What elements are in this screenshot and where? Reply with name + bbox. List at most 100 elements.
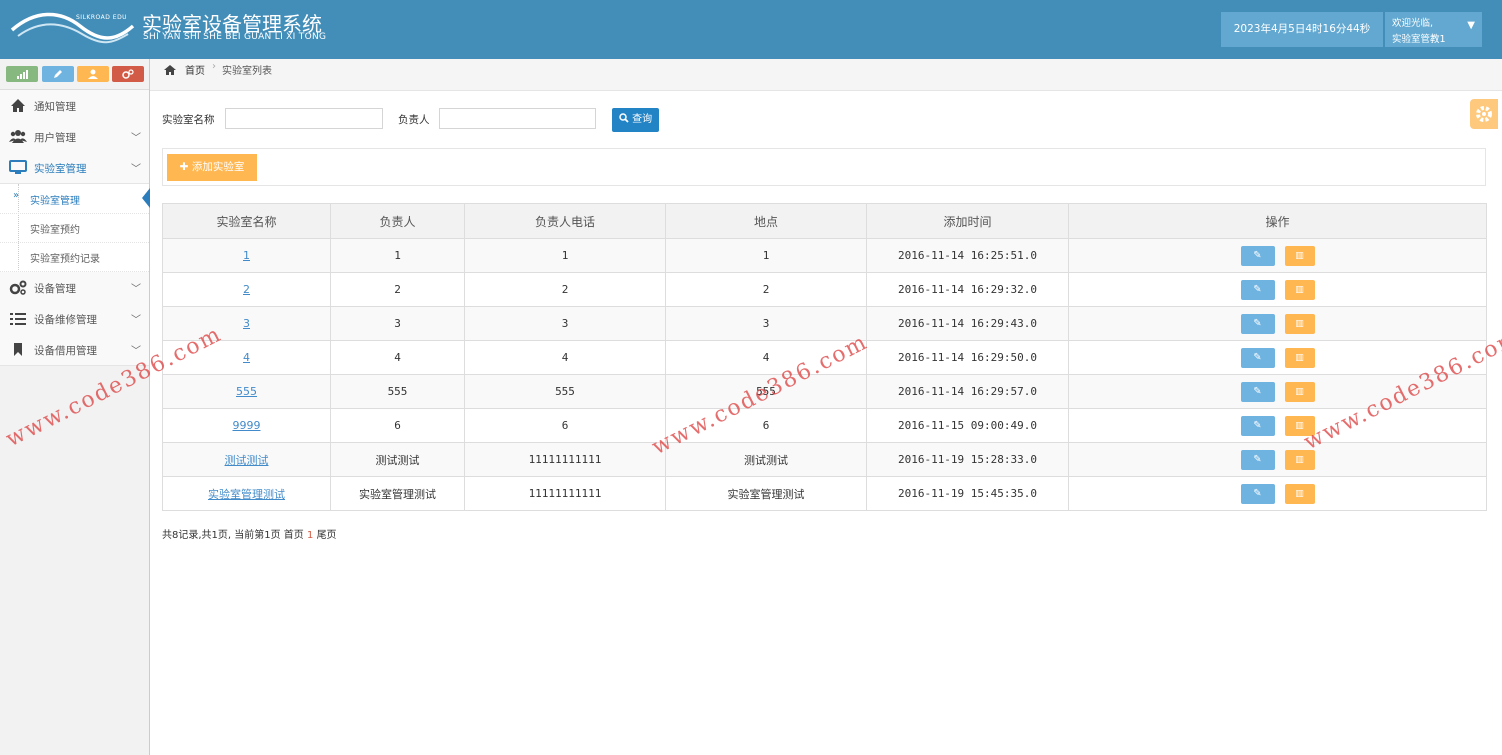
edit-icon: ✎ (1253, 487, 1262, 499)
delete-button[interactable]: ▥ (1284, 245, 1315, 266)
user-menu[interactable]: 欢迎光临, 实验室管教1 ▼ (1385, 12, 1482, 47)
sidebar-item-notice[interactable]: 通知管理 (0, 90, 149, 122)
users-shortcut-button[interactable] (77, 66, 109, 82)
settings-toggle-button[interactable] (1470, 99, 1498, 129)
cogs-icon (9, 280, 27, 295)
cell-phone: 3 (464, 306, 666, 341)
signal-shortcut-button[interactable] (6, 66, 38, 82)
add-lab-button[interactable]: ✚ 添加实验室 (167, 154, 257, 181)
lab-name-link[interactable]: 1 (243, 249, 250, 262)
trash-icon: ▥ (1295, 352, 1304, 363)
cell-location: 2 (665, 272, 867, 307)
desktop-icon (9, 160, 27, 174)
submenu-item-lab-management[interactable]: » 实验室管理 (0, 184, 150, 214)
edit-button[interactable]: ✎ (1240, 245, 1275, 266)
cell-phone: 4 (464, 340, 666, 375)
active-pointer-icon (142, 188, 150, 208)
app-subtitle: SHI YAN SHI SHE BEI GUAN LI XI TONG (143, 32, 327, 42)
trash-icon: ▥ (1295, 386, 1304, 397)
submenu-item-booking-records[interactable]: 实验室预约记录 (0, 242, 149, 272)
cell-lab-name: 9999 (162, 408, 331, 443)
cell-added-time: 2016-11-14 16:29:43.0 (866, 306, 1069, 341)
submenu-item-label: 实验室预约记录 (30, 254, 100, 265)
sidebar-item-label: 设备管理 (34, 283, 76, 295)
list-icon (10, 313, 26, 325)
cell-phone: 1 (464, 238, 666, 273)
chevron-down-icon: ﹀ (131, 133, 141, 144)
owner-input[interactable] (439, 108, 596, 129)
table-row: 1 1 1 1 2016-11-14 16:25:51.0 ✎ ▥ (162, 238, 1487, 273)
sidebar-item-repair[interactable]: 设备维修管理 ﹀ (0, 303, 149, 335)
cell-added-time: 2016-11-14 16:29:32.0 (866, 272, 1069, 307)
cogs-icon (122, 68, 134, 79)
plus-icon: ✚ (179, 161, 189, 173)
group-icon (88, 69, 98, 79)
delete-button[interactable]: ▥ (1284, 381, 1315, 402)
chevron-down-icon: ﹀ (131, 284, 141, 295)
trash-icon: ▥ (1295, 284, 1304, 295)
sidebar-item-label: 实验室管理 (34, 163, 87, 175)
lab-name-link[interactable]: 4 (243, 351, 250, 364)
sidebar-item-users[interactable]: 用户管理 ﹀ (0, 121, 149, 153)
column-header-lab-name: 实验室名称 (162, 203, 331, 239)
edit-button[interactable]: ✎ (1240, 483, 1275, 504)
lab-name-link[interactable]: 9999 (233, 419, 261, 432)
edit-button[interactable]: ✎ (1240, 279, 1275, 300)
sidebar-item-labs[interactable]: 实验室管理 ﹀ (0, 152, 149, 184)
table-header-row: 实验室名称 负责人 负责人电话 地点 添加时间 操作 (162, 203, 1487, 239)
sidebar-item-borrow[interactable]: 设备借用管理 ﹀ (0, 334, 149, 366)
current-datetime: 2023年4月5日4时16分44秒 (1221, 12, 1383, 47)
breadcrumb: 首页 › 实验室列表 (150, 59, 1502, 91)
lab-name-label: 实验室名称 (162, 114, 215, 126)
top-navbar: SILKROAD EDU 实验室设备管理系统 SHI YAN SHI SHE B… (0, 0, 1502, 59)
cell-phone: 555 (464, 374, 666, 409)
delete-button[interactable]: ▥ (1284, 279, 1315, 300)
delete-button[interactable]: ▥ (1284, 313, 1315, 334)
edit-button[interactable]: ✎ (1240, 381, 1275, 402)
sidebar-item-equipment[interactable]: 设备管理 ﹀ (0, 272, 149, 304)
bookmark-icon (14, 343, 22, 356)
users-icon (9, 130, 27, 143)
edit-icon: ✎ (1253, 317, 1262, 329)
edit-icon: ✎ (1253, 283, 1262, 295)
column-header-added-time: 添加时间 (866, 203, 1069, 239)
edit-button[interactable]: ✎ (1240, 449, 1275, 470)
cell-phone: 2 (464, 272, 666, 307)
breadcrumb-home-link[interactable]: 首页 (185, 62, 205, 77)
cell-lab-name: 555 (162, 374, 331, 409)
lab-name-link[interactable]: 实验室管理测试 (208, 488, 285, 501)
query-button[interactable]: 查询 (612, 108, 659, 132)
edit-button[interactable]: ✎ (1240, 313, 1275, 334)
cell-owner: 2 (330, 272, 465, 307)
cell-owner: 6 (330, 408, 465, 443)
home-icon (164, 65, 176, 75)
edit-button[interactable]: ✎ (1240, 415, 1275, 436)
cell-added-time: 2016-11-15 09:00:49.0 (866, 408, 1069, 443)
pencil-shortcut-button[interactable] (42, 66, 74, 82)
submenu-item-lab-booking[interactable]: 实验室预约 (0, 213, 149, 243)
lab-name-link[interactable]: 2 (243, 283, 250, 296)
cell-location: 1 (665, 238, 867, 273)
lab-name-link[interactable]: 测试测试 (225, 454, 269, 467)
edit-button[interactable]: ✎ (1240, 347, 1275, 368)
cogs-shortcut-button[interactable] (112, 66, 144, 82)
edit-icon: ✎ (1253, 249, 1262, 261)
caret-down-icon: ▼ (1467, 20, 1475, 31)
lab-name-input[interactable] (225, 108, 383, 129)
trash-icon: ▥ (1295, 250, 1304, 261)
chevron-down-icon: ﹀ (131, 346, 141, 357)
column-header-phone: 负责人电话 (464, 203, 666, 239)
cell-added-time: 2016-11-14 16:25:51.0 (866, 238, 1069, 273)
delete-button[interactable]: ▥ (1284, 347, 1315, 368)
lab-name-link[interactable]: 555 (236, 385, 257, 398)
current-page-link[interactable]: 1 (307, 530, 313, 541)
cell-owner: 1 (330, 238, 465, 273)
cell-lab-name: 1 (162, 238, 331, 273)
delete-button[interactable]: ▥ (1284, 483, 1315, 504)
last-page-link[interactable]: 尾页 (317, 530, 337, 541)
lab-name-link[interactable]: 3 (243, 317, 250, 330)
cell-actions: ✎ ▥ (1068, 442, 1487, 477)
cell-added-time: 2016-11-19 15:45:35.0 (866, 476, 1069, 511)
welcome-text: 欢迎光临, (1392, 18, 1434, 29)
toolbar-panel (162, 148, 1486, 186)
